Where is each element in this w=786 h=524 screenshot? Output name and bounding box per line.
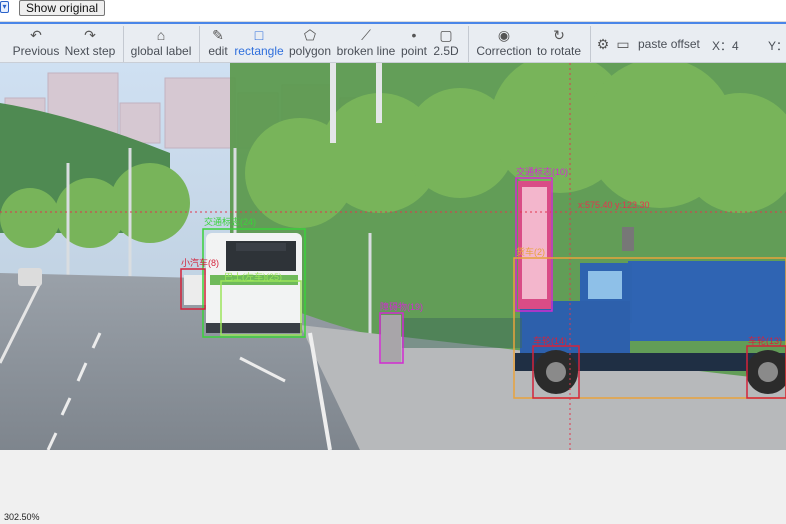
- canvas-footer-area: [0, 450, 786, 524]
- label-traffic-sign-b: 交通标志(10): [516, 166, 568, 177]
- rotate-icon: ↻: [553, 27, 565, 43]
- pencil-icon: ✎: [212, 27, 224, 43]
- previous-button[interactable]: ↶ Previous: [12, 26, 60, 62]
- label-traffic-sign-a: 交通标志(24): [204, 216, 256, 227]
- rotate-button[interactable]: ↻ to rotate: [536, 26, 582, 62]
- street-scene-image: 交通标志(24) 小汽车(8) 巴士(左车)(25) 障碍物(19) 交通标志(…: [0, 63, 786, 450]
- toolbar-divider: [199, 26, 200, 62]
- toolbar-divider: [468, 26, 469, 62]
- point-tool[interactable]: • point: [400, 26, 428, 62]
- rectangle-icon: □: [254, 27, 264, 43]
- toolbar-divider: [123, 26, 124, 62]
- label-wheel-left: 车轮(14): [533, 335, 567, 346]
- global-label-button[interactable]: ⌂ global label: [130, 26, 192, 62]
- y-coordinate-readout: Y：: [768, 39, 786, 53]
- correction-icon: ◉: [497, 27, 511, 43]
- annotation-canvas[interactable]: 交通标志(24) 小汽车(8) 巴士(左车)(25) 障碍物(19) 交通标志(…: [0, 63, 786, 450]
- label-wheel-right: 车轮(13): [748, 335, 782, 346]
- cursor-coordinates-label: x:575.40 y:123.30: [578, 200, 650, 210]
- cube-icon: ▢: [439, 27, 453, 43]
- toolbar-divider: [590, 26, 591, 62]
- label-truck: 货车(2): [516, 246, 545, 257]
- next-step-button[interactable]: ↷ Next step: [62, 26, 118, 62]
- two-five-d-tool[interactable]: ▢ 2.5D: [432, 26, 460, 62]
- polygon-tool[interactable]: ⬠ polygon: [288, 26, 332, 62]
- show-original-button[interactable]: Show original: [19, 0, 106, 16]
- label-obstacle: 障碍物(19): [380, 301, 423, 312]
- pentagon-icon: ⬠: [303, 27, 317, 43]
- broken-line-tool[interactable]: ⟋ broken line: [336, 26, 396, 62]
- tag-icon: ⌂: [156, 27, 166, 43]
- label-small-car: 小汽车(8): [181, 257, 219, 268]
- settings-gear-icon[interactable]: ⚙: [596, 35, 610, 53]
- dropdown-toggle-icon[interactable]: ▾: [0, 1, 9, 13]
- x-coordinate-readout: X：4: [712, 39, 739, 53]
- label-bus: 巴士(左车)(25): [224, 271, 282, 282]
- devices-icon[interactable]: ▭: [614, 35, 632, 53]
- correction-button[interactable]: ◉ Correction: [476, 26, 532, 62]
- zoom-level-readout: 302.50%: [4, 512, 40, 522]
- redo-icon: ↷: [84, 27, 96, 43]
- polyline-icon: ⟋: [361, 27, 371, 43]
- annotation-toolbar: ↶ Previous ↷ Next step ⌂ global label ✎ …: [0, 22, 786, 63]
- undo-icon: ↶: [30, 27, 42, 43]
- edit-tool[interactable]: ✎ edit: [204, 26, 232, 62]
- point-icon: •: [411, 27, 417, 43]
- top-bar: ▾ Show original: [0, 0, 786, 22]
- paste-offset-label[interactable]: paste offset: [638, 37, 700, 51]
- rectangle-tool[interactable]: □ rectangle: [234, 26, 284, 62]
